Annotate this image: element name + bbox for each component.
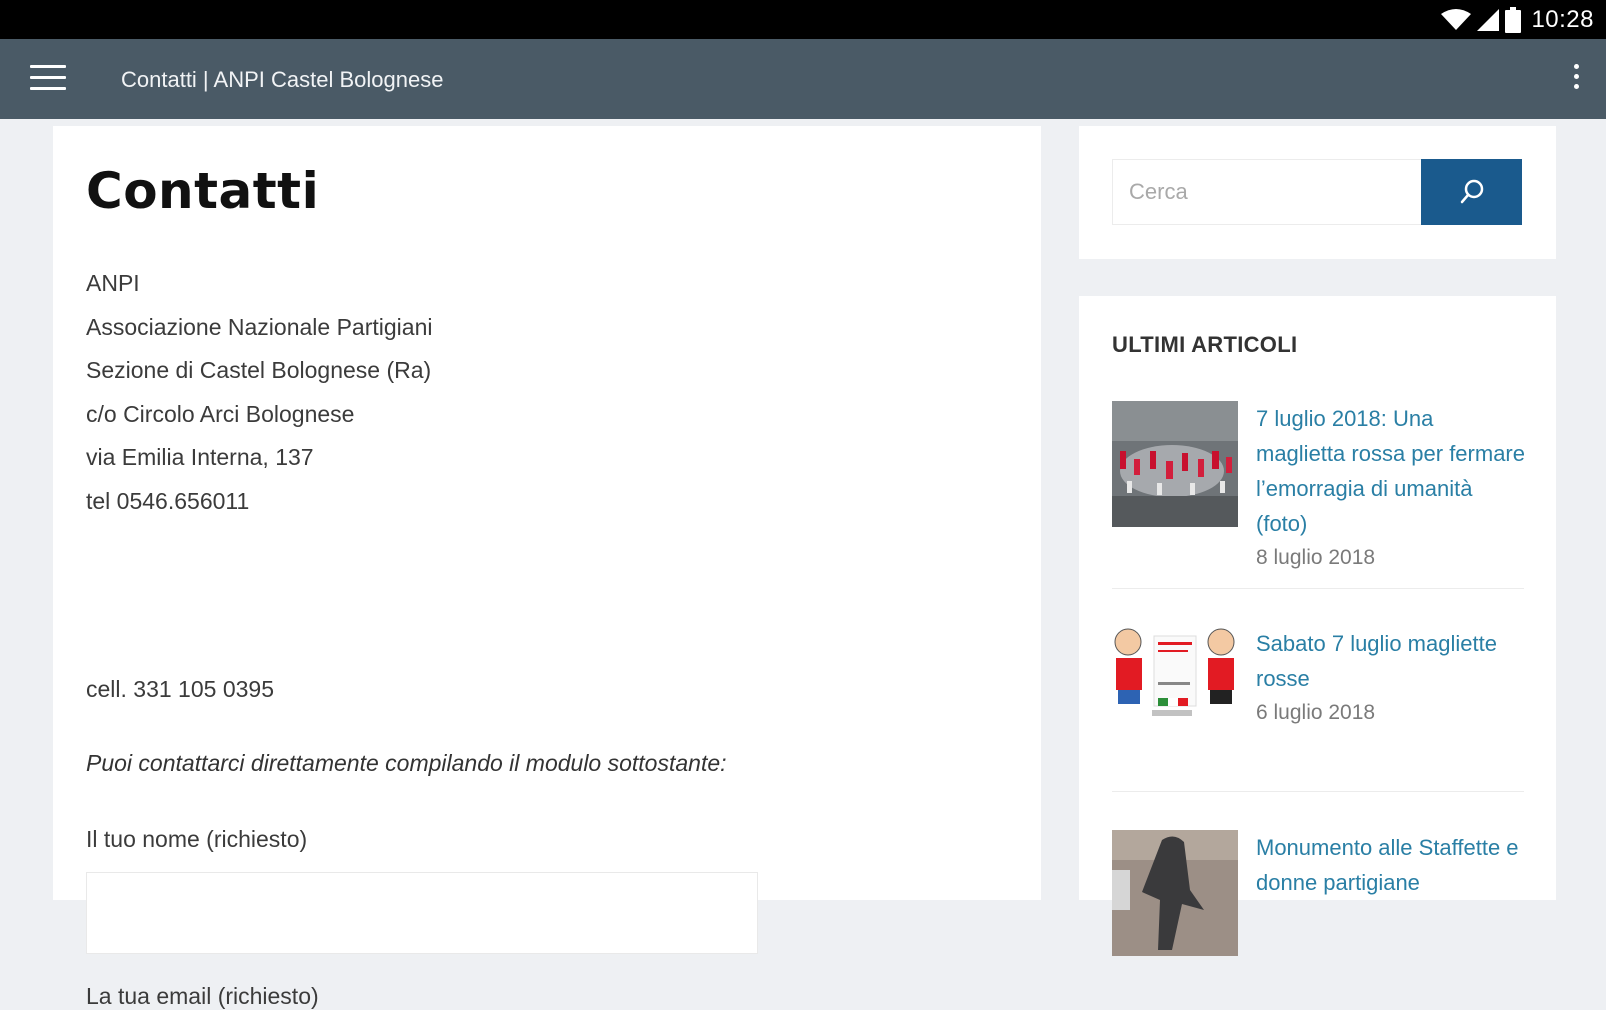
status-time: 10:28	[1531, 5, 1594, 33]
page-title: Contatti	[86, 162, 320, 220]
battery-icon	[1505, 6, 1522, 33]
signal-icon	[1477, 8, 1500, 31]
article-text: 7 luglio 2018: Una maglietta rossa per f…	[1256, 401, 1526, 575]
recent-posts-heading: ULTIMI ARTICOLI	[1112, 332, 1298, 357]
status-bar: 10:28	[0, 0, 1606, 39]
address-line: ANPI	[86, 270, 140, 296]
more-vert-icon[interactable]	[1570, 64, 1582, 96]
article-thumbnail[interactable]	[1112, 830, 1238, 956]
main-content: Contatti ANPI Associazione Nazionale Par…	[53, 126, 1041, 1009]
cell-number[interactable]: cell. 331 105 0395	[86, 676, 274, 703]
address-line: Sezione di Castel Bolognese (Ra)	[86, 357, 432, 384]
address-line: Associazione Nazionale Partigiani	[86, 313, 433, 340]
divider	[1112, 588, 1524, 589]
article-link[interactable]: Sabato 7 luglio magliette rosse	[1256, 626, 1526, 696]
address-line: via Emilia Interna, 137	[86, 444, 314, 471]
wifi-icon	[1441, 8, 1472, 30]
email-label: La tua email (richiesto)	[86, 983, 319, 1009]
app-bar: Contatti | ANPI Castel Bolognese	[0, 39, 1606, 119]
phone-line[interactable]: tel 0546.656011	[86, 480, 432, 524]
article-text: Sabato 7 luglio magliette rosse 6 luglio…	[1256, 626, 1526, 730]
search-widget	[1079, 126, 1556, 259]
search-icon	[1460, 179, 1483, 204]
article-text: Monumento alle Staffette e donne partigi…	[1256, 830, 1526, 900]
status-icons: 10:28	[1441, 4, 1594, 35]
article-date: 6 luglio 2018	[1256, 701, 1376, 724]
recent-posts-widget: ULTIMI ARTICOLI 7 luglio 2018: Una magli…	[1079, 296, 1556, 956]
name-field[interactable]	[86, 872, 758, 954]
hamburger-icon[interactable]	[30, 65, 66, 93]
article-link[interactable]: 7 luglio 2018: Una maglietta rossa per f…	[1256, 401, 1526, 541]
form-intro: Puoi contattarci direttamente compilando…	[86, 750, 727, 776]
app-bar-title: Contatti | ANPI Castel Bolognese	[121, 67, 444, 92]
article-link[interactable]: Monumento alle Staffette e donne partigi…	[1256, 830, 1526, 900]
divider	[1112, 791, 1524, 792]
article-thumbnail[interactable]	[1112, 626, 1238, 752]
address-block: ANPI Associazione Nazionale Partigiani S…	[86, 262, 432, 524]
name-label: Il tuo nome (richiesto)	[86, 826, 308, 852]
search-button[interactable]	[1421, 159, 1522, 225]
address-line: c/o Circolo Arci Bolognese	[86, 400, 355, 427]
article-thumbnail[interactable]	[1112, 401, 1238, 527]
article-date: 8 luglio 2018	[1256, 546, 1376, 569]
search-input[interactable]	[1112, 159, 1421, 225]
